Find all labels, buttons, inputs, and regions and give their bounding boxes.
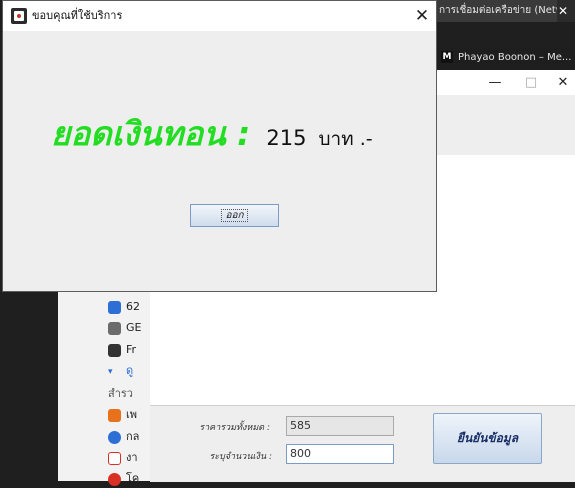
sidebar-item[interactable]: เพ [108, 406, 137, 424]
confirm-button[interactable]: ยืนยันข้อมูล [433, 413, 542, 464]
exit-button-label: ออก [221, 209, 248, 222]
change-dialog: ขอบคุณที่ใช้บริการ ✕ ยอดเงินทอน : 215 บาท … [2, 0, 437, 292]
sidebar-item[interactable]: โค [108, 470, 139, 488]
total-price-field: 585 [286, 416, 394, 436]
medium-logo-icon: M [441, 51, 453, 63]
sidebar-item[interactable]: Fr [108, 341, 136, 359]
change-message: ยอดเงินทอน : 215 บาท .- [51, 107, 373, 160]
sidebar-item[interactable]: กล [108, 428, 139, 446]
dialog-close-icon[interactable]: ✕ [408, 1, 436, 31]
group-icon [108, 321, 121, 335]
currency-label: บาท .- [318, 128, 373, 150]
sidebar-see-more[interactable]: ▾ ดู [108, 362, 133, 380]
total-price-label: ราคารวมทั้งหมด : [199, 423, 270, 433]
payment-amount-label: ระบุจำนวนเงิน : [209, 452, 272, 462]
heart-icon [108, 472, 121, 486]
page-sidebar: 62 GE Fr ▾ ดู สำรว เพ กล งา โค [58, 290, 150, 486]
sidebar-item[interactable]: GE [108, 319, 141, 337]
change-label: ยอดเงินทอน : [51, 114, 251, 153]
calendar-12-icon [108, 451, 121, 465]
sidebar-section-heading: สำรว [108, 387, 133, 400]
bookmark-bar: M Phayao Boonon – Me... [437, 47, 575, 69]
background-window-header-panel [437, 95, 575, 155]
minimize-icon[interactable]: — [477, 70, 513, 95]
java-app-icon [11, 8, 27, 24]
chevron-down-icon: ▾ [108, 367, 113, 377]
maximize-icon: □ [524, 75, 538, 90]
browser-tab-close-icon[interactable]: ✕ [554, 0, 572, 22]
payment-amount-input[interactable]: 800 [286, 444, 394, 464]
close-icon[interactable]: ✕ [545, 70, 575, 95]
people-icon [108, 430, 121, 444]
flag-icon [108, 408, 121, 422]
sidebar-item[interactable]: 62 [108, 298, 140, 316]
bookmark-item[interactable]: Phayao Boonon – Me... [458, 52, 571, 63]
dialog-title: ขอบคุณที่ใช้บริการ [32, 9, 123, 22]
dialog-titlebar: ขอบคุณที่ใช้บริการ ✕ [3, 1, 436, 31]
exit-button[interactable]: ออก [190, 204, 279, 227]
browser-tab[interactable]: การเชื่อมต่อเครือข่าย (Network [437, 0, 557, 22]
background-window-titlebar: — □ ✕ [437, 70, 575, 96]
calendar-icon [108, 300, 121, 314]
sidebar-item[interactable]: งา [108, 449, 138, 467]
graduation-cap-icon [108, 343, 121, 357]
change-amount: 215 [266, 126, 307, 150]
